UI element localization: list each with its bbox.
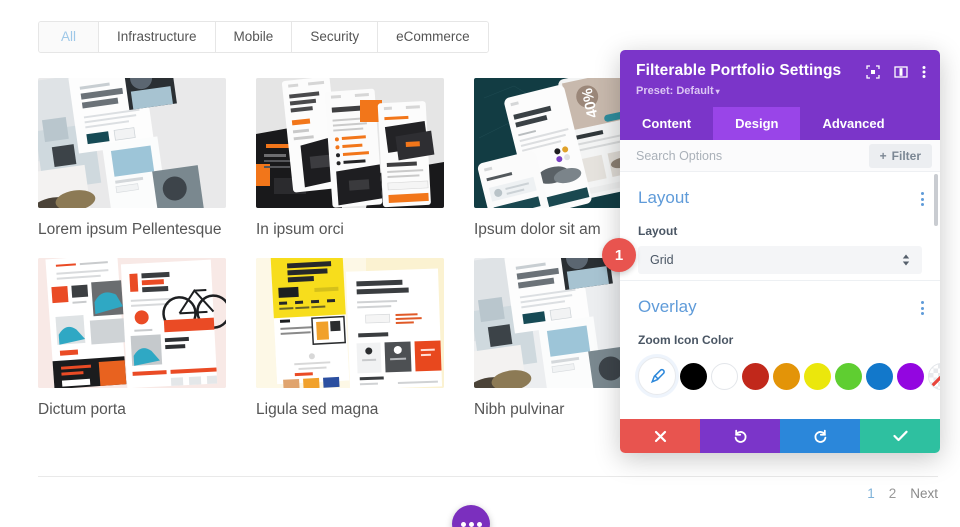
tab-design[interactable]: Design [713,107,801,140]
swatch-green[interactable] [835,362,862,390]
filterable-portfolio-settings-modal: Filterable Portfolio Settings Preset: De… [620,50,940,453]
more-vertical-icon[interactable] [922,65,926,79]
portfolio-item-title[interactable]: In ipsum orci [256,220,444,240]
portfolio-item[interactable]: Ligula sed magna [256,258,444,420]
portfolio-grid: Lorem ipsum Pellentesque In ipsum orci 4… [38,78,678,420]
pagination-page-2[interactable]: 2 [889,486,897,501]
pagination-next[interactable]: Next [910,486,938,501]
select-arrows-icon [902,254,910,266]
portfolio-filter-bar: All Infrastructure Mobile Security eComm… [38,21,489,53]
swatch-dark-red[interactable] [742,362,769,390]
section-overlay: Overlay Zoom Icon Color [620,280,940,405]
filter-tab-infrastructure[interactable]: Infrastructure [99,22,216,52]
undo-button[interactable] [700,419,780,453]
section-options-icon[interactable] [921,192,924,206]
modal-action-bar [620,419,940,453]
swatch-transparent[interactable] [928,362,940,390]
preset-selector[interactable]: Preset: Default ▾ [636,85,924,97]
portfolio-item-title[interactable]: Lorem ipsum Pellentesque [38,220,226,240]
portfolio-item-title[interactable]: Ligula sed magna [256,400,444,420]
swatch-white[interactable] [711,362,738,390]
content-divider [38,476,938,477]
swatch-black[interactable] [680,362,707,390]
portfolio-item[interactable]: Lorem ipsum Pellentesque [38,78,226,240]
save-changes-button[interactable] [860,419,940,453]
portfolio-row: Dictum porta Ligula sed magna Nibh pulvi… [38,258,678,420]
portfolio-thumbnail-sunglasses-shop[interactable] [38,78,226,208]
portfolio-page: All Infrastructure Mobile Security eComm… [0,0,960,527]
step-badge: 1 [602,238,636,272]
portfolio-item[interactable]: In ipsum orci [256,78,444,240]
modal-header-icons [866,65,926,79]
tab-advanced[interactable]: Advanced [800,107,906,140]
portfolio-thumbnail-dark-orange-mobile[interactable] [256,78,444,208]
x-icon [654,430,667,443]
section-title-overlay: Overlay [638,297,697,316]
filter-tab-security[interactable]: Security [292,22,379,52]
modal-body: Layout Layout Grid Overlay Zoom Icon Col… [620,172,940,419]
discard-changes-button[interactable] [620,419,700,453]
add-filter-button[interactable]: + Filter [868,143,932,168]
modal-tabs: Content Design Advanced [620,107,940,140]
check-icon [892,430,908,442]
three-dots-icon [468,521,474,527]
field-label-zoom-icon-color: Zoom Icon Color [638,333,734,347]
modal-header: Filterable Portfolio Settings Preset: De… [620,50,940,107]
filter-tab-all[interactable]: All [39,22,100,52]
plus-icon: + [879,148,887,163]
redo-button[interactable] [780,419,860,453]
undo-icon [733,429,748,444]
section-title-layout: Layout [638,188,690,207]
field-label-layout: Layout [638,224,678,238]
layout-select[interactable]: Grid [638,246,922,274]
portfolio-row: Lorem ipsum Pellentesque In ipsum orci 4… [38,78,678,240]
preset-label: Preset: Default [636,85,714,97]
search-options-input[interactable] [636,148,869,163]
color-swatch-row [638,357,940,399]
filter-tab-mobile[interactable]: Mobile [215,22,293,52]
pagination: 1 2 Next [867,486,938,501]
swatch-purple[interactable] [897,362,924,390]
swatch-yellow[interactable] [804,362,831,390]
eyedropper-icon[interactable] [638,357,676,395]
chevron-down-icon: ▾ [715,87,720,96]
portfolio-item[interactable]: Dictum porta [38,258,226,420]
layout-select-value: Grid [650,253,674,267]
redo-icon [813,429,828,444]
split-panel-icon[interactable] [894,65,908,79]
search-options-row: + Filter [620,140,940,172]
filter-button-label: Filter [891,148,921,163]
floating-action-button[interactable] [452,505,490,527]
focus-target-icon[interactable] [866,65,880,79]
pagination-page-1[interactable]: 1 [867,486,875,501]
section-layout: Layout Layout Grid [620,172,940,280]
tab-content[interactable]: Content [620,107,713,140]
section-options-icon[interactable] [921,301,924,315]
swatch-blue[interactable] [866,362,893,390]
filter-tab-ecommerce[interactable]: eCommerce [378,22,488,52]
portfolio-thumbnail-bike-repair-red[interactable] [38,258,226,388]
portfolio-thumbnail-yellow-strategy[interactable] [256,258,444,388]
swatch-orange[interactable] [773,362,800,390]
three-dots-icon [460,521,466,527]
three-dots-icon [476,521,482,527]
portfolio-item-title[interactable]: Dictum porta [38,400,226,420]
